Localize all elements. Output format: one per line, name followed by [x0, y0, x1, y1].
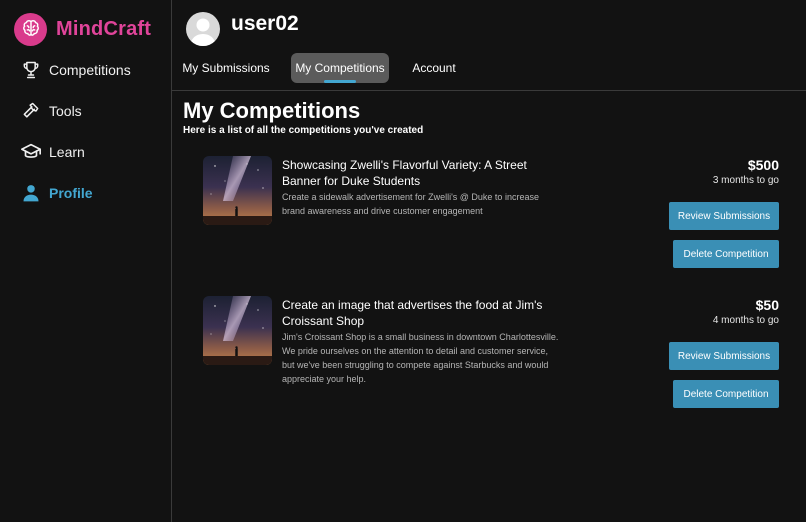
competition-prize: $500 — [747, 157, 779, 173]
competition-card: Create an image that advertises the food… — [203, 296, 783, 426]
sidebar-item-tools[interactable]: Tools — [20, 98, 82, 124]
brain-logo-icon — [14, 12, 47, 46]
sidebar-item-label: Tools — [49, 103, 82, 119]
sidebar-item-profile[interactable]: Profile — [20, 180, 93, 206]
tab-my-submissions[interactable]: My Submissions — [182, 53, 270, 83]
user-icon — [20, 182, 42, 204]
page-title: My Competitions — [183, 98, 361, 123]
delete-competition-button[interactable]: Delete Competition — [673, 240, 779, 268]
avatar[interactable] — [186, 12, 220, 46]
sidebar-item-label: Learn — [49, 144, 85, 160]
competition-card: Showcasing Zwelli's Flavorful Variety: A… — [203, 156, 783, 286]
active-tab-indicator — [324, 80, 356, 83]
brand-name: MindCraft — [56, 17, 152, 40]
competition-prize: $50 — [755, 297, 779, 313]
competition-thumbnail[interactable] — [203, 156, 272, 225]
competition-description: Create a sidewalk advertisement for Zwel… — [282, 192, 539, 216]
sidebar: MindCraft Competitions Tools Learn Profi… — [0, 0, 172, 522]
competition-deadline: 3 months to go — [712, 175, 779, 186]
brand[interactable]: MindCraft — [14, 12, 151, 46]
competition-title[interactable]: Showcasing Zwelli's Flavorful Variety: A… — [282, 157, 562, 189]
hammer-icon — [20, 100, 42, 122]
competition-description: Jim's Croissant Shop is a small business… — [282, 332, 559, 384]
profile-header: user02 My Submissions My Competitions Ac… — [172, 0, 806, 91]
page-subtitle: Here is a list of all the competitions y… — [183, 125, 424, 136]
username: user02 — [231, 12, 299, 35]
trophy-icon — [20, 59, 42, 81]
sidebar-item-learn[interactable]: Learn — [20, 139, 85, 165]
review-submissions-button[interactable]: Review Submissions — [669, 202, 779, 230]
competition-deadline: 4 months to go — [712, 315, 779, 326]
review-submissions-button[interactable]: Review Submissions — [669, 342, 779, 370]
graduation-cap-icon — [20, 141, 42, 163]
delete-competition-button[interactable]: Delete Competition — [673, 380, 779, 408]
sidebar-item-label: Profile — [49, 185, 93, 201]
tab-account[interactable]: Account — [409, 53, 459, 83]
sidebar-item-competitions[interactable]: Competitions — [20, 57, 131, 83]
competition-title[interactable]: Create an image that advertises the food… — [282, 297, 562, 329]
tab-my-competitions[interactable]: My Competitions — [291, 53, 389, 83]
sidebar-item-label: Competitions — [49, 62, 131, 78]
competition-thumbnail[interactable] — [203, 296, 272, 365]
